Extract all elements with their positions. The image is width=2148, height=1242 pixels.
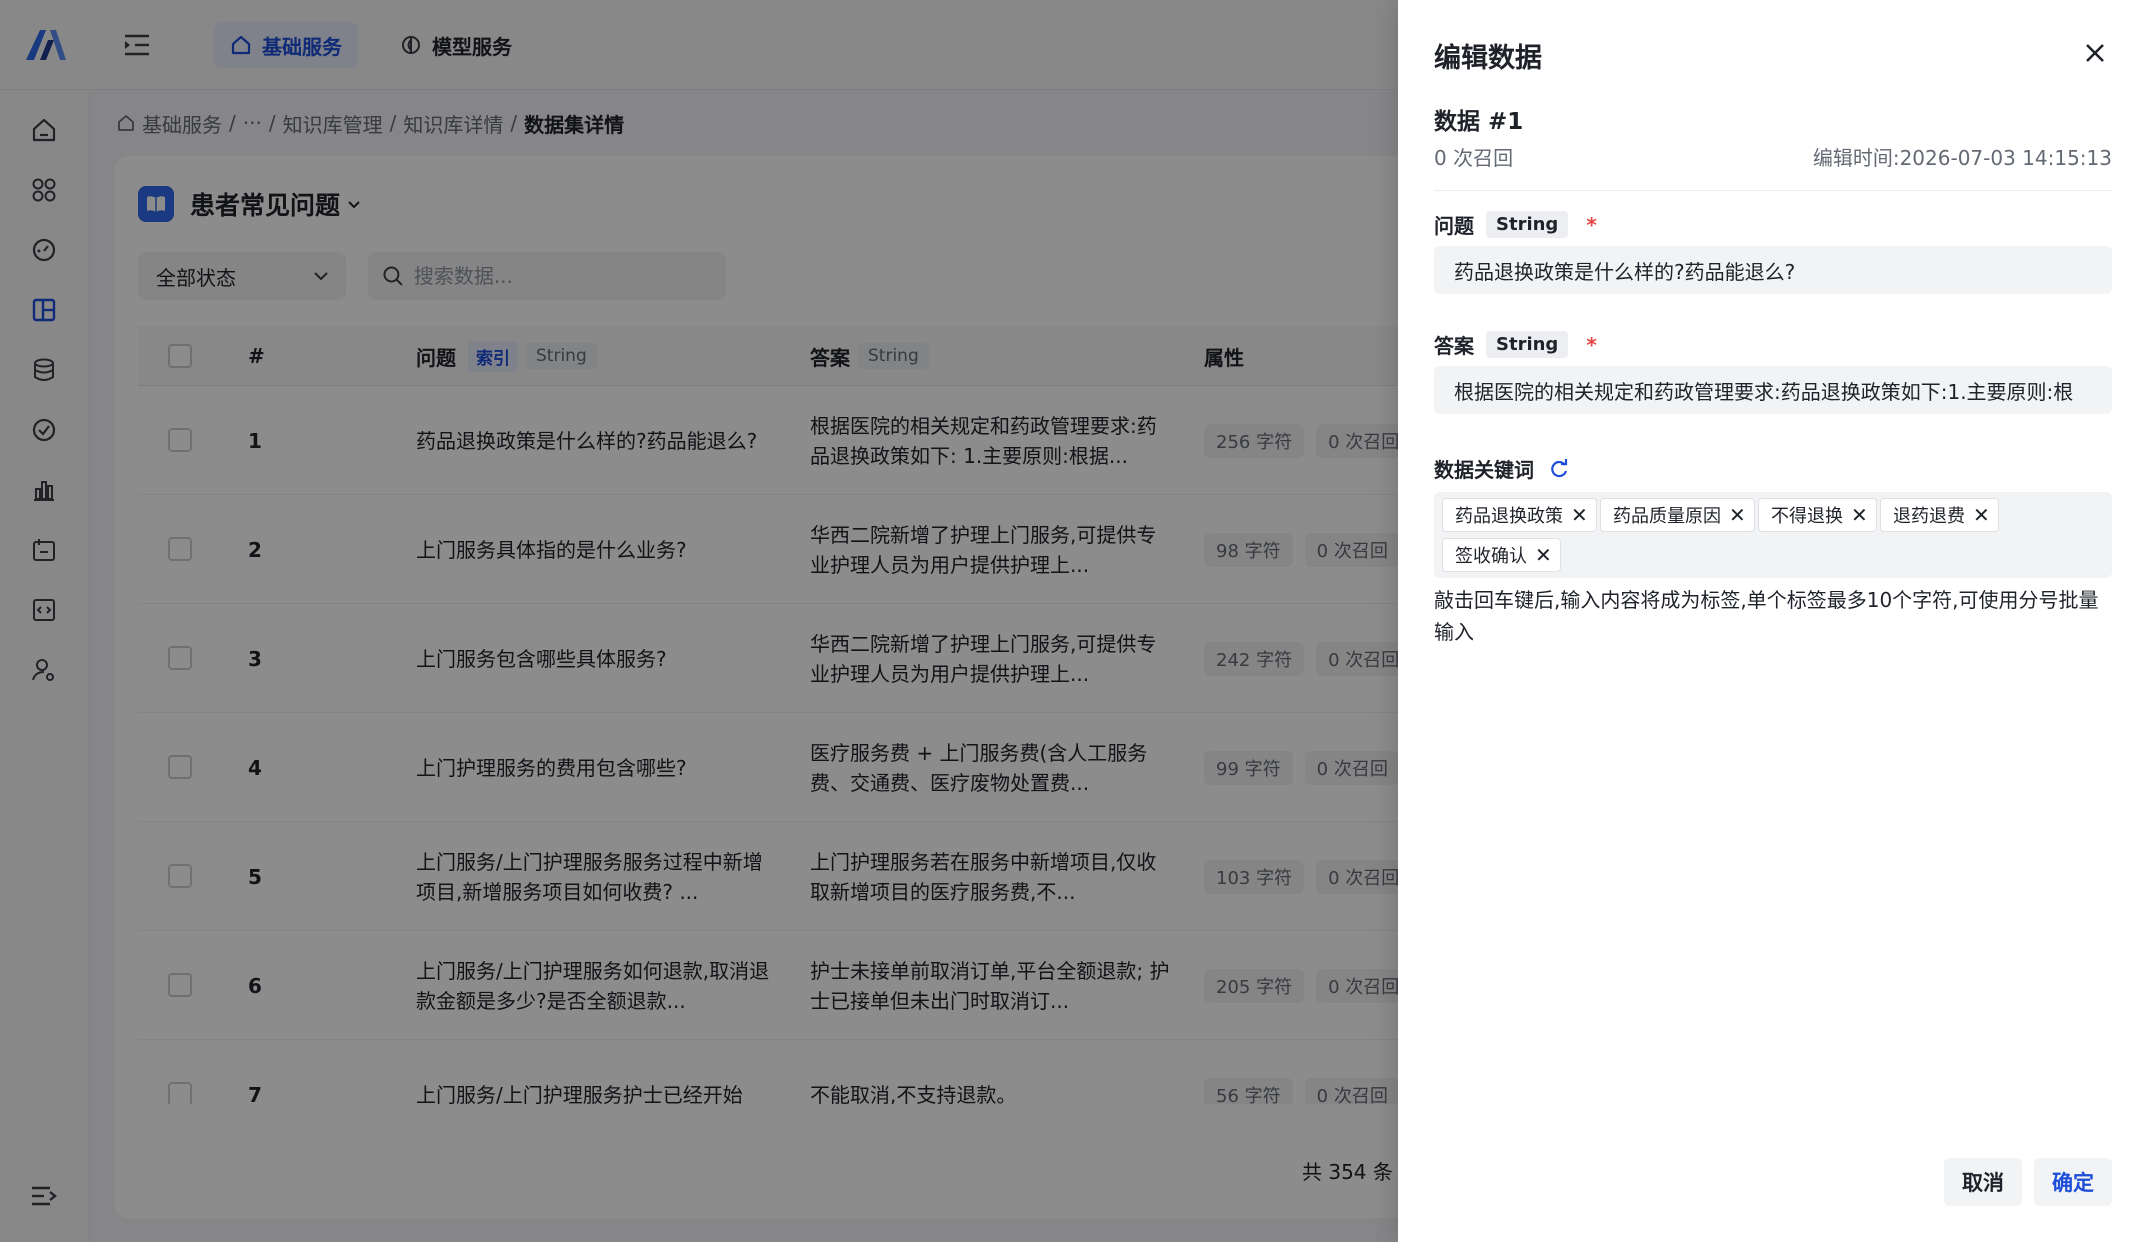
chip-close-icon[interactable]: ✕ bbox=[1729, 503, 1746, 527]
keyword-chip-label: 退药退费 bbox=[1893, 506, 1965, 527]
question-input[interactable]: 药品退换政策是什么样的?药品能退么? bbox=[1434, 246, 2112, 294]
keyword-chip-label: 药品质量原因 bbox=[1613, 506, 1721, 527]
required-mark: * bbox=[1586, 332, 1597, 357]
keyword-chip-label: 不得退换 bbox=[1771, 506, 1843, 527]
answer-input[interactable]: 根据医院的相关规定和药政管理要求:药品退换政策如下:1.主要原则:根 bbox=[1434, 366, 2112, 414]
recall-count: 0 次召回 bbox=[1434, 146, 1514, 170]
confirm-button[interactable]: 确定 bbox=[2034, 1158, 2112, 1206]
keyword-chip: 不得退换 ✕ bbox=[1758, 498, 1877, 532]
question-field-label: 问题 String * bbox=[1434, 210, 1597, 239]
keyword-chip-label: 签收确认 bbox=[1455, 546, 1527, 567]
type-tag: String bbox=[1486, 331, 1569, 358]
answer-field-label: 答案 String * bbox=[1434, 330, 1597, 359]
question-label-text: 问题 bbox=[1434, 214, 1474, 238]
divider bbox=[1434, 190, 2112, 191]
keyword-chip: 签收确认 ✕ bbox=[1442, 538, 1561, 572]
chip-close-icon[interactable]: ✕ bbox=[1973, 503, 1990, 527]
chip-close-icon[interactable]: ✕ bbox=[1851, 503, 1868, 527]
type-tag: String bbox=[1486, 211, 1569, 238]
keywords-label-text: 数据关键词 bbox=[1434, 458, 1534, 482]
edit-data-drawer: 编辑数据 数据 #1 0 次召回 编辑时间:2026-07-03 14:15:1… bbox=[1398, 0, 2148, 1242]
edit-time: 编辑时间:2026-07-03 14:15:13 bbox=[1812, 146, 2112, 170]
chip-close-icon[interactable]: ✕ bbox=[1535, 543, 1552, 567]
keyword-chip: 退药退费 ✕ bbox=[1880, 498, 1999, 532]
drawer-title: 编辑数据 bbox=[1434, 43, 1542, 74]
chip-close-icon[interactable]: ✕ bbox=[1571, 503, 1588, 527]
keywords-input[interactable]: 药品退换政策 ✕ 药品质量原因 ✕ 不得退换 ✕ 退药退费 ✕ 签收确认 ✕ bbox=[1434, 492, 2112, 578]
refresh-icon[interactable] bbox=[1548, 458, 1570, 480]
cancel-button[interactable]: 取消 bbox=[1944, 1158, 2022, 1206]
answer-label-text: 答案 bbox=[1434, 334, 1474, 358]
close-icon[interactable] bbox=[2082, 40, 2108, 66]
required-mark: * bbox=[1586, 212, 1597, 237]
keyword-chip: 药品质量原因 ✕ bbox=[1600, 498, 1755, 532]
keywords-label: 数据关键词 bbox=[1434, 454, 1570, 483]
data-subtitle: 数据 #1 bbox=[1434, 109, 1524, 135]
keyword-chip: 药品退换政策 ✕ bbox=[1442, 498, 1597, 532]
keywords-hint: 敲击回车键后,输入内容将成为标签,单个标签最多10个字符,可使用分号批量输入 bbox=[1434, 588, 2099, 644]
keyword-chip-label: 药品退换政策 bbox=[1455, 506, 1563, 527]
